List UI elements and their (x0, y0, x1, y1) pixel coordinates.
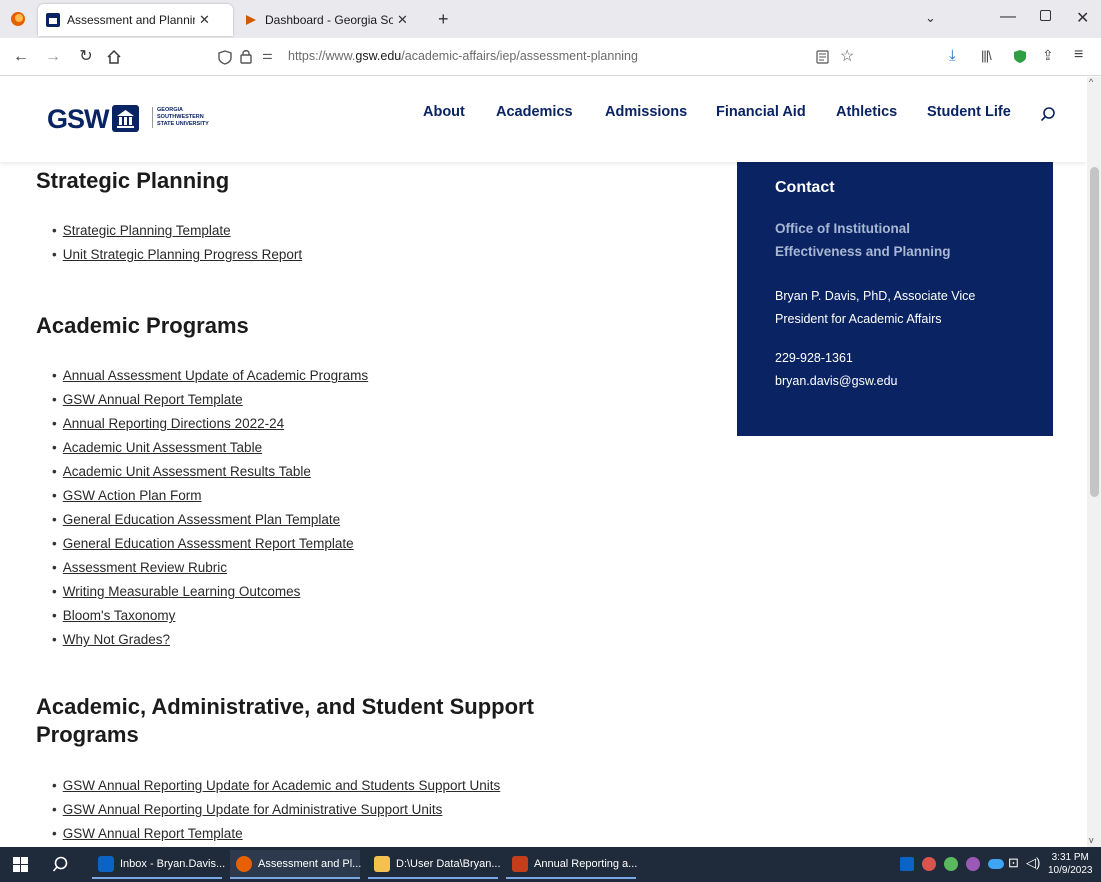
gsw-favicon-icon (46, 13, 60, 27)
windows-taskbar: Inbox - Bryan.Davis... Assessment and Pl… (0, 847, 1101, 882)
taskbar-file-explorer[interactable]: D:\User Data\Bryan... (368, 850, 501, 879)
windows-start-icon[interactable] (13, 857, 28, 872)
strategic-planning-links: Strategic Planning Template Unit Strateg… (52, 219, 302, 267)
support-programs-links: GSW Annual Reporting Update for Academic… (52, 774, 501, 846)
section-title-strategic-planning: Strategic Planning (36, 168, 230, 193)
list-item[interactable]: General Education Assessment Plan Templa… (52, 508, 368, 532)
building-logo-icon (112, 105, 139, 132)
address-bar[interactable]: ⚌ https://www.gsw.edu/academic-affairs/i… (210, 43, 890, 71)
tab-assessment-planning[interactable]: Assessment and Planning Reso ✕ (38, 4, 233, 36)
nav-about[interactable]: About (423, 104, 465, 120)
menu-hamburger-icon[interactable]: ≡ (1074, 46, 1083, 64)
list-item[interactable]: Strategic Planning Template (52, 219, 302, 243)
share-icon[interactable]: ⇪ (1042, 47, 1054, 64)
tab-label: Assessment and Planning Reso (67, 13, 195, 27)
list-item[interactable]: General Education Assessment Report Temp… (52, 532, 368, 556)
close-window-icon[interactable]: ✕ (1076, 8, 1089, 28)
bookmark-star-icon[interactable]: ☆ (840, 46, 854, 66)
system-clock[interactable]: 3:31 PM 10/9/2023 (1048, 851, 1093, 877)
list-item[interactable]: Writing Measurable Learning Outcomes (52, 580, 368, 604)
gsw-logo[interactable]: GSW (47, 104, 109, 135)
close-tab-icon[interactable]: ✕ (199, 12, 210, 28)
list-item[interactable]: Annual Reporting Directions 2022-24 (52, 412, 368, 436)
nav-academics[interactable]: Academics (496, 104, 573, 120)
outlook-icon (98, 855, 114, 872)
taskbar-outlook[interactable]: Inbox - Bryan.Davis... (92, 850, 225, 879)
scrollbar-thumb[interactable] (1090, 167, 1099, 497)
scroll-down-icon[interactable]: v (1089, 835, 1094, 845)
list-item[interactable]: GSW Annual Report Template (52, 822, 500, 846)
tab-list-chevron-down-icon[interactable]: ⌄ (925, 10, 936, 26)
scroll-up-icon[interactable]: ^ (1089, 77, 1093, 87)
search-icon[interactable] (52, 856, 69, 873)
nav-athletics[interactable]: Athletics (836, 104, 897, 120)
downloads-icon[interactable]: ⤓ (949, 47, 956, 64)
library-icon[interactable]: |||\ (981, 48, 992, 63)
contact-email[interactable]: bryan.davis@gsw.edu (775, 370, 1015, 393)
list-item[interactable]: Academic Unit Assessment Results Table (52, 460, 368, 484)
contact-person: Bryan P. Davis, PhD, Associate Vice Pres… (775, 289, 976, 326)
browser-toolbar: ← → ↻ ⚌ https://www.gsw.edu/academic-aff… (0, 38, 1101, 76)
page-scrollbar[interactable]: ^ v (1087, 77, 1101, 847)
network-icon[interactable]: ⊡ (1008, 855, 1019, 871)
tab-label: Dashboard - Georgia Southwest (265, 13, 393, 27)
nav-financial-aid[interactable]: Financial Aid (716, 104, 806, 120)
permissions-icon[interactable]: ⚌ (262, 48, 273, 62)
back-arrow-icon[interactable]: ← (10, 47, 32, 67)
contact-title: Contact (775, 179, 835, 196)
tray-app-icon[interactable] (922, 857, 936, 871)
list-item[interactable]: Assessment Review Rubric (52, 556, 368, 580)
list-item[interactable]: Unit Strategic Planning Progress Report (52, 243, 302, 267)
reader-view-icon[interactable] (816, 50, 829, 64)
list-item[interactable]: Academic Unit Assessment Table (52, 436, 368, 460)
contact-office: Office of Institutional Effectiveness an… (775, 221, 951, 259)
section-title-academic-programs: Academic Programs (36, 313, 249, 338)
taskbar-firefox[interactable]: Assessment and Pl... (230, 850, 361, 879)
folder-icon (374, 855, 390, 872)
home-icon[interactable] (106, 50, 122, 64)
shield-icon[interactable] (218, 50, 232, 65)
tray-slack-icon[interactable] (966, 857, 980, 871)
extension-shield-icon[interactable] (1013, 49, 1027, 64)
section-title-support-programs: Academic, Administrative, and Student Su… (36, 694, 534, 747)
site-header: GSW GEORGIA SOUTHWESTERN STATE UNIVERSIT… (0, 77, 1087, 162)
list-item[interactable]: Bloom's Taxonomy (52, 604, 368, 628)
firefox-icon (236, 855, 252, 872)
onedrive-icon[interactable] (988, 859, 1004, 869)
lock-icon[interactable] (240, 49, 252, 64)
contact-phone[interactable]: 229-928-1361 (775, 347, 1015, 370)
minimize-window-icon[interactable]: — (1000, 8, 1016, 26)
nav-student-life[interactable]: Student Life (927, 104, 1011, 120)
taskbar-powerpoint[interactable]: Annual Reporting a... (506, 850, 637, 879)
forward-arrow-icon[interactable]: → (42, 47, 64, 67)
list-item[interactable]: GSW Action Plan Form (52, 484, 368, 508)
new-tab-button[interactable]: + (438, 9, 449, 30)
url-text[interactable]: https://www.gsw.edu/academic-affairs/iep… (288, 49, 638, 63)
nav-admissions[interactable]: Admissions (605, 104, 687, 120)
list-item[interactable]: GSW Annual Reporting Update for Administ… (52, 798, 500, 822)
restore-window-icon[interactable] (1040, 10, 1051, 21)
academic-programs-links: Annual Assessment Update of Academic Pro… (52, 364, 368, 652)
browser-tab-bar: Assessment and Planning Reso ✕ Dashboard… (0, 0, 1101, 38)
tab-dashboard[interactable]: Dashboard - Georgia Southwest ✕ (236, 4, 431, 36)
list-item[interactable]: Annual Assessment Update of Academic Pro… (52, 364, 368, 388)
search-icon[interactable] (1040, 106, 1056, 122)
contact-panel: Contact Office of Institutional Effectiv… (737, 162, 1053, 436)
firefox-icon[interactable] (10, 11, 26, 27)
volume-icon[interactable]: ◁) (1026, 855, 1040, 871)
dashboard-favicon-icon (246, 15, 256, 25)
tray-teams-icon[interactable] (944, 857, 958, 871)
page-viewport: GSW GEORGIA SOUTHWESTERN STATE UNIVERSIT… (0, 77, 1087, 847)
list-item[interactable]: Why Not Grades? (52, 628, 368, 652)
powerpoint-icon (512, 855, 528, 872)
logo-subtitle: GEORGIA SOUTHWESTERN STATE UNIVERSITY (152, 107, 209, 128)
tray-outlook-icon[interactable] (900, 857, 914, 871)
list-item[interactable]: GSW Annual Report Template (52, 388, 368, 412)
close-tab-icon[interactable]: ✕ (397, 12, 408, 28)
list-item[interactable]: GSW Annual Reporting Update for Academic… (52, 774, 501, 798)
reload-icon[interactable]: ↻ (75, 47, 97, 67)
